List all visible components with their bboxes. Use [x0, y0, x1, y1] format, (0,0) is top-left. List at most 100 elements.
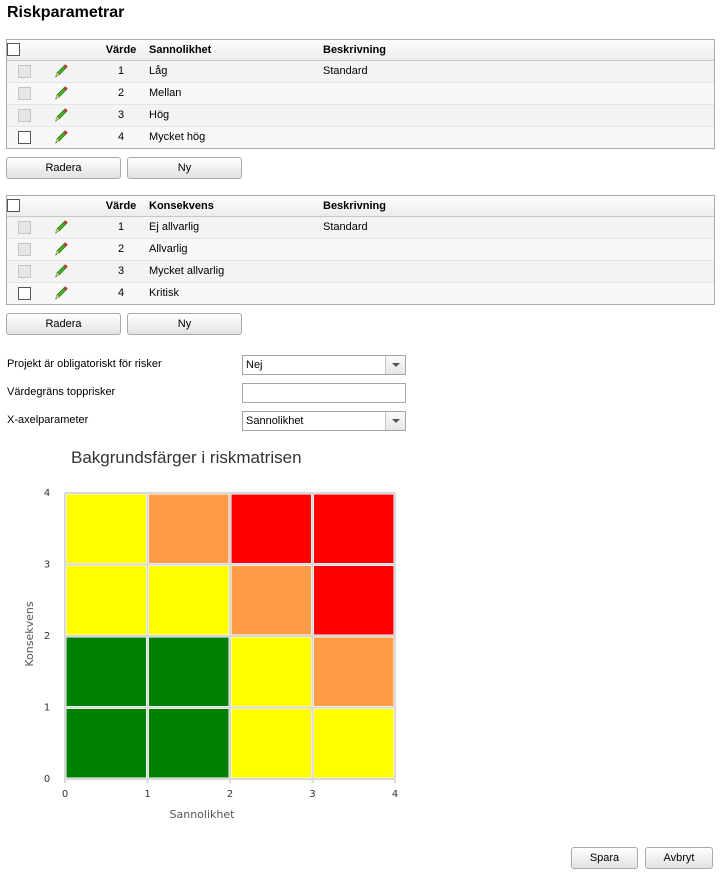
chevron-down-icon[interactable] [385, 356, 405, 374]
row-name: Hög [145, 104, 319, 127]
row-name: Låg [145, 60, 319, 83]
project-mandatory-select[interactable]: Nej [242, 355, 406, 375]
column-header-consequence[interactable]: Konsekvens [145, 196, 319, 217]
matrix-cell [314, 637, 394, 706]
matrix-cell [231, 709, 311, 778]
row-checkbox[interactable] [17, 286, 31, 300]
likelihood-grid-header: Värde Sannolikhet Beskrivning [7, 40, 714, 61]
row-value: 3 [97, 104, 145, 127]
matrix-cell [149, 494, 229, 563]
cancel-button[interactable]: Avbryt [645, 847, 713, 869]
project-mandatory-value: Nej [246, 359, 263, 371]
consequence-new-button[interactable]: Ny [127, 313, 242, 335]
edit-pencil-icon[interactable] [53, 285, 69, 301]
matrix-cell [149, 709, 229, 778]
matrix-cell [231, 637, 311, 706]
save-button[interactable]: Spara [571, 847, 638, 869]
edit-pencil-icon[interactable] [53, 63, 69, 79]
matrix-cell [66, 494, 146, 563]
row-name: Mycket allvarlig [145, 260, 319, 283]
y-tick-label: 4 [44, 488, 50, 499]
project-mandatory-label: Projekt är obligatoriskt för risker [7, 358, 162, 370]
row-checkbox [17, 242, 31, 256]
matrix-cell [314, 566, 394, 635]
x-tick-label: 1 [144, 789, 150, 800]
row-value: 2 [97, 238, 145, 261]
row-description: Standard [319, 60, 714, 83]
select-all-checkbox[interactable] [7, 43, 20, 57]
row-description [319, 126, 714, 148]
x-axis-parameter-label: X-axelparameter [7, 414, 89, 426]
column-header-value[interactable]: Värde [97, 40, 145, 61]
column-header-value[interactable]: Värde [97, 196, 145, 217]
column-header-description[interactable]: Beskrivning [319, 196, 714, 217]
matrix-cell [314, 709, 394, 778]
table-row[interactable]: 2 Allvarlig [7, 238, 714, 261]
row-description [319, 104, 714, 127]
row-value: 3 [97, 260, 145, 283]
row-checkbox [17, 264, 31, 278]
edit-pencil-icon[interactable] [53, 263, 69, 279]
row-value: 4 [97, 282, 145, 304]
row-name: Allvarlig [145, 238, 319, 261]
consequence-grid-header: Värde Konsekvens Beskrivning [7, 196, 714, 217]
x-axis-parameter-select[interactable]: Sannolikhet [242, 411, 406, 431]
row-value: 1 [97, 216, 145, 239]
column-header-likelihood[interactable]: Sannolikhet [145, 40, 319, 61]
table-row[interactable]: 4 Kritisk [7, 282, 714, 304]
row-description [319, 282, 714, 304]
edit-pencil-icon[interactable] [53, 129, 69, 145]
row-name: Ej allvarlig [145, 216, 319, 239]
table-row[interactable]: 4 Mycket hög [7, 126, 714, 148]
matrix-cell [149, 566, 229, 635]
table-row[interactable]: 1 Låg Standard [7, 60, 714, 83]
chevron-down-icon[interactable] [385, 412, 405, 430]
row-value: 2 [97, 82, 145, 105]
table-row[interactable]: 3 Mycket allvarlig [7, 260, 714, 283]
likelihood-new-button[interactable]: Ny [127, 157, 242, 179]
table-row[interactable]: 1 Ej allvarlig Standard [7, 216, 714, 239]
y-tick-label: 2 [44, 631, 50, 642]
row-description [319, 82, 714, 105]
row-checkbox[interactable] [17, 130, 31, 144]
edit-pencil-icon[interactable] [53, 85, 69, 101]
x-tick-label: 0 [62, 789, 68, 800]
consequence-grid: Värde Konsekvens Beskrivning 1 Ej allvarl… [6, 195, 715, 305]
row-checkbox [17, 64, 31, 78]
edit-pencil-icon[interactable] [53, 107, 69, 123]
consequence-delete-button[interactable]: Radera [6, 313, 121, 335]
row-checkbox [17, 108, 31, 122]
table-row[interactable]: 2 Mellan [7, 82, 714, 105]
top-risk-threshold-input[interactable] [242, 383, 406, 403]
y-tick-label: 3 [44, 560, 50, 571]
row-name: Mellan [145, 82, 319, 105]
row-description [319, 260, 714, 283]
matrix-cell [231, 566, 311, 635]
table-row[interactable]: 3 Hög [7, 104, 714, 127]
likelihood-delete-button[interactable]: Radera [6, 157, 121, 179]
row-value: 4 [97, 126, 145, 148]
row-name: Kritisk [145, 282, 319, 304]
x-axis-label: Sannolikhet [170, 808, 236, 821]
row-checkbox [17, 86, 31, 100]
row-name: Mycket hög [145, 126, 319, 148]
column-header-description[interactable]: Beskrivning [319, 40, 714, 61]
select-all-checkbox[interactable] [7, 199, 20, 213]
edit-pencil-icon[interactable] [53, 241, 69, 257]
matrix-cell [66, 709, 146, 778]
x-axis-parameter-value: Sannolikhet [246, 415, 304, 427]
y-tick-label: 0 [44, 774, 50, 785]
edit-pencil-icon[interactable] [53, 219, 69, 235]
top-risk-threshold-label: Värdegräns topprisker [7, 386, 116, 398]
matrix-cell [66, 637, 146, 706]
y-axis-label: Konsekvens [23, 601, 36, 666]
x-tick-label: 2 [227, 789, 233, 800]
page-title: Riskparametrar [7, 4, 125, 21]
matrix-cell [149, 637, 229, 706]
chart-title: Bakgrundsfärger i riskmatrisen [71, 448, 302, 467]
matrix-cell [231, 494, 311, 563]
matrix-cell [314, 494, 394, 563]
row-description [319, 238, 714, 261]
y-tick-label: 1 [44, 703, 50, 714]
x-tick-label: 3 [309, 789, 315, 800]
